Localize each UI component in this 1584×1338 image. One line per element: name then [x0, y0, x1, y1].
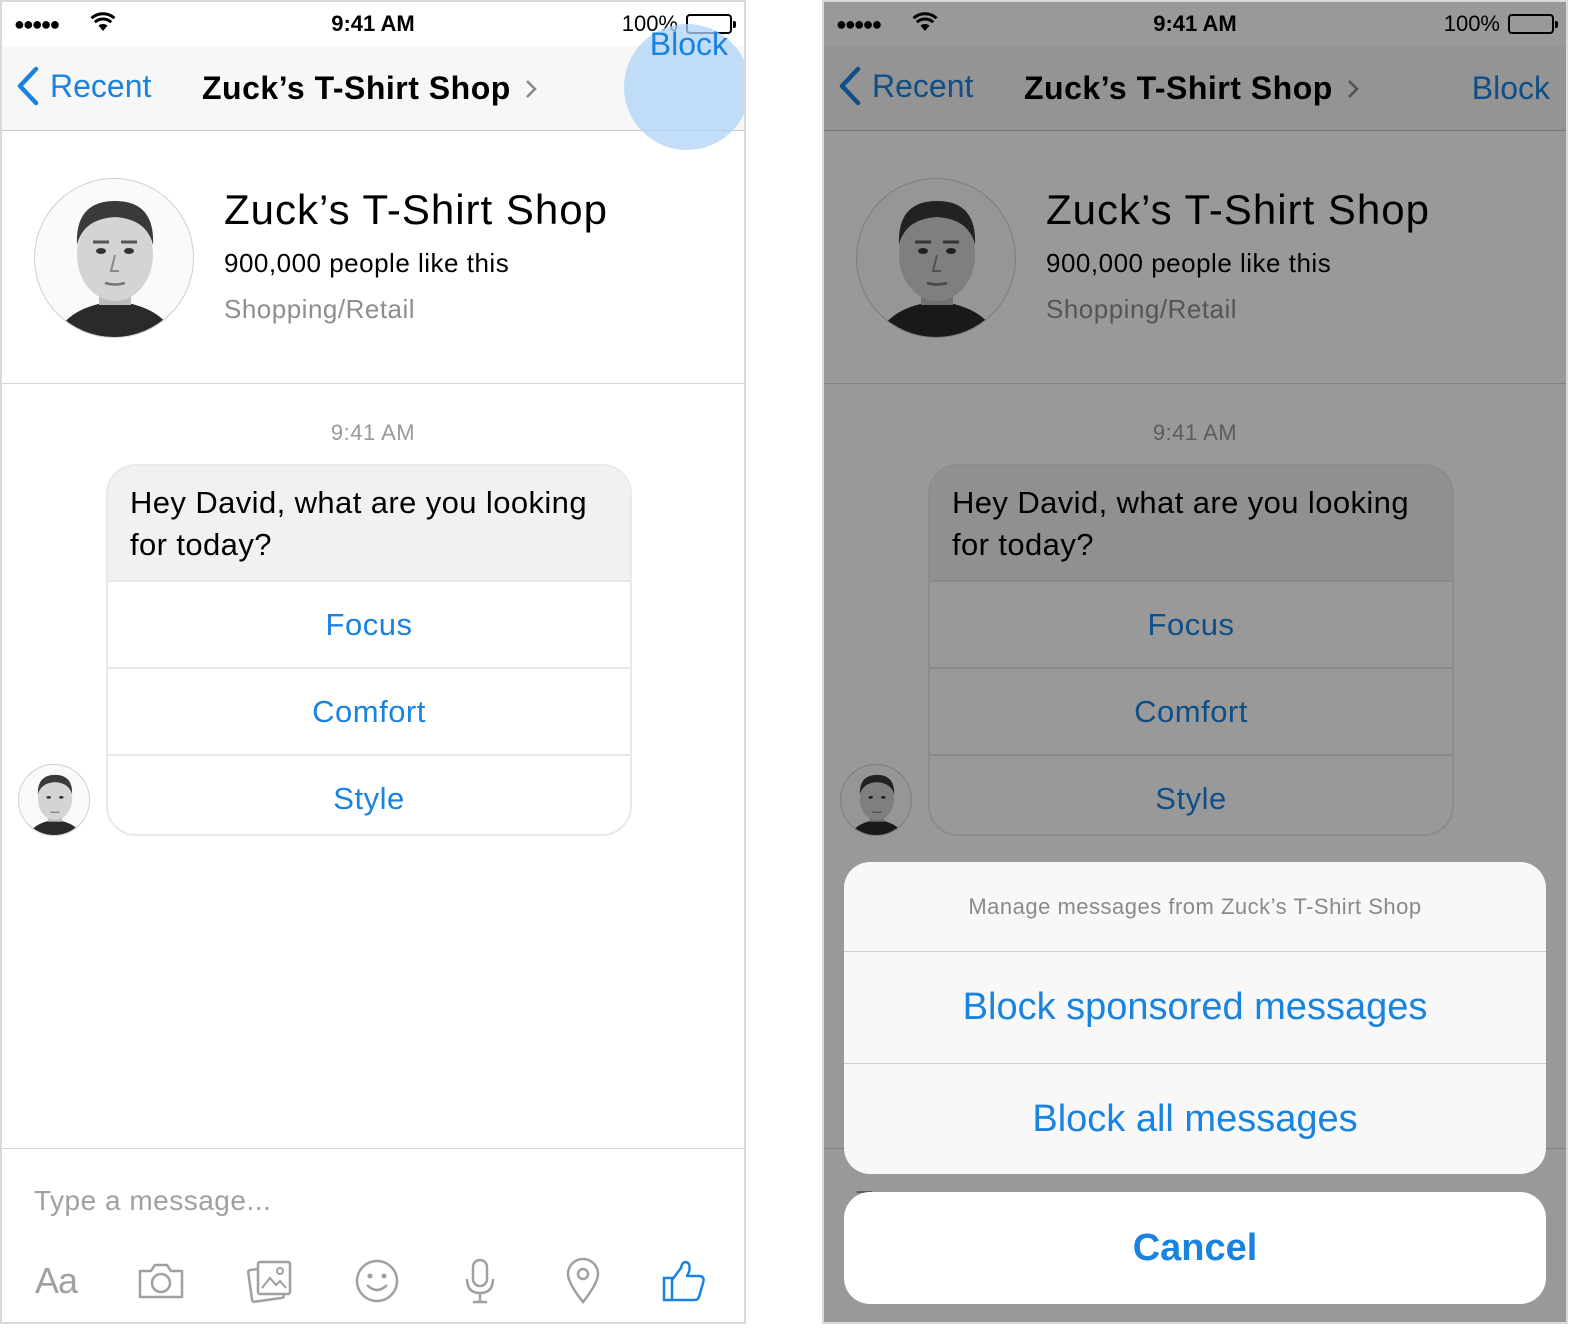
action-sheet-header: Manage messages from Zuck’s T-Shirt Shop: [844, 862, 1546, 952]
block-all-button[interactable]: Block all messages: [844, 1063, 1546, 1174]
message-timestamp: 9:41 AM: [330, 420, 416, 445]
block-sponsored-button[interactable]: Block sponsored messages: [844, 952, 1546, 1063]
quick-reply-style[interactable]: Style: [108, 754, 630, 834]
back-label: Recent: [50, 67, 152, 104]
composer-toolbar: Aa: [2, 1253, 744, 1309]
text-format-icon[interactable]: Aa: [28, 1253, 84, 1309]
emoji-icon[interactable]: [349, 1253, 405, 1309]
photo-icon[interactable]: [242, 1253, 298, 1309]
quick-reply-comfort[interactable]: Comfort: [108, 667, 630, 754]
thumbs-up-icon[interactable]: [656, 1253, 712, 1309]
status-bar: ●●●●● 9:41 AM 100%: [2, 2, 744, 46]
phone-screen-conversation: ●●●●● 9:41 AM 100% Recent Zuck’s T-Shirt…: [0, 0, 746, 1324]
message-bubble: Hey David, what are you looking for toda…: [106, 464, 632, 836]
message-input[interactable]: Type a message...: [34, 1185, 271, 1217]
composer: Type a message... Aa: [2, 1148, 744, 1322]
chevron-left-icon: [17, 66, 39, 106]
sender-avatar: [18, 764, 90, 836]
conversation-title[interactable]: Zuck’s T-Shirt Shop: [202, 70, 537, 107]
camera-icon[interactable]: [133, 1253, 189, 1309]
profile-avatar: [34, 178, 194, 338]
microphone-icon[interactable]: [452, 1253, 508, 1309]
block-button[interactable]: Block: [650, 26, 728, 63]
chevron-right-icon: [525, 79, 537, 98]
title-label: Zuck’s T-Shirt Shop: [202, 70, 511, 106]
location-icon[interactable]: [555, 1253, 611, 1309]
message-text: Hey David, what are you looking for toda…: [108, 466, 630, 580]
profile-name: Zuck’s T-Shirt Shop: [224, 186, 608, 233]
phone-screen-action-sheet: ●●●●● 9:41 AM 100% Recent Zuck’s T-Shirt…: [822, 0, 1568, 1324]
cancel-button[interactable]: Cancel: [844, 1192, 1546, 1304]
quick-reply-focus[interactable]: Focus: [108, 580, 630, 667]
profile-header: Zuck’s T-Shirt Shop 900,000 people like …: [2, 132, 744, 384]
back-button[interactable]: Recent: [16, 64, 151, 108]
action-sheet: Manage messages from Zuck’s T-Shirt Shop…: [844, 862, 1546, 1174]
profile-category: Shopping/Retail: [224, 294, 416, 324]
profile-likes: 900,000 people like this: [224, 248, 510, 278]
